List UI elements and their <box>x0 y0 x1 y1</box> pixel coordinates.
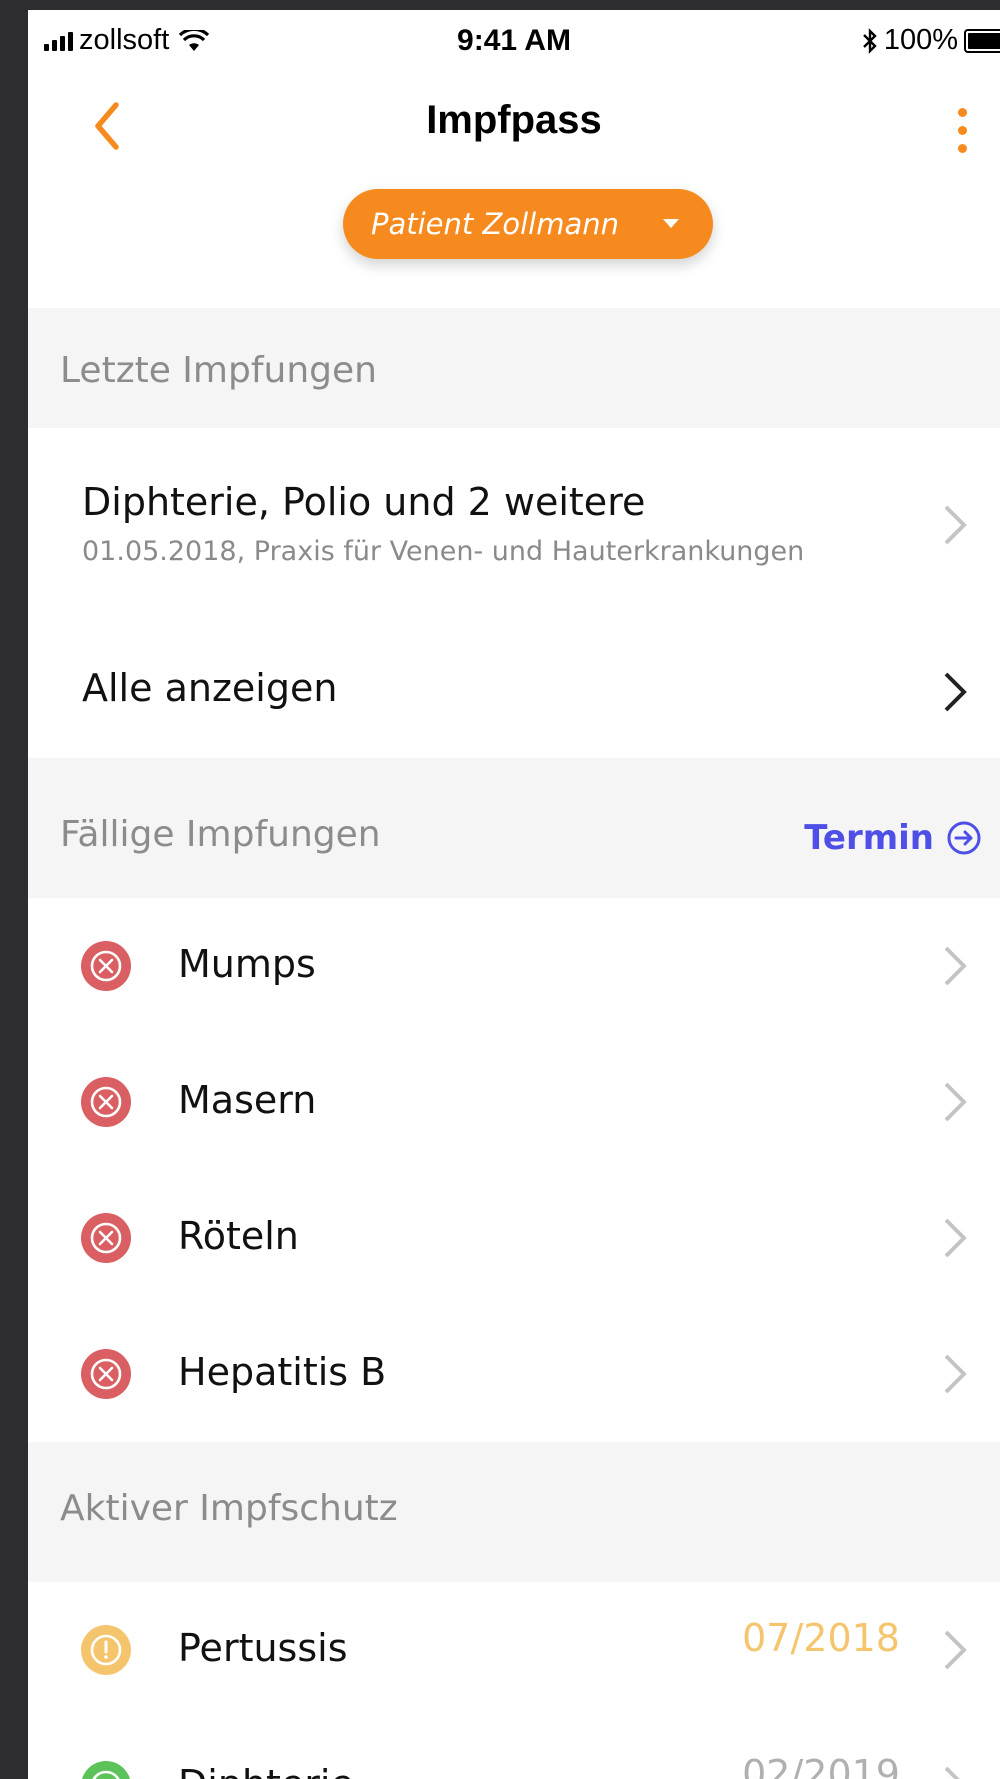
arrow-right-circle-icon <box>947 821 981 855</box>
due-vaccination-row[interactable]: Masern <box>28 1034 1000 1170</box>
status-time: 9:41 AM <box>457 24 571 57</box>
active-vaccination-row[interactable]: Pertussis 07/2018 <box>28 1582 1000 1718</box>
active-vaccination-label: Pertussis <box>178 1626 348 1670</box>
section-title: Aktiver Impfschutz <box>60 1488 398 1529</box>
check-circle-icon <box>82 1761 130 1779</box>
due-vaccination-row[interactable]: Röteln <box>28 1170 1000 1306</box>
caret-down-icon <box>663 219 679 228</box>
active-vaccination-label: Diphterie <box>178 1762 354 1779</box>
chevron-right-icon <box>944 1766 960 1779</box>
error-circle-icon <box>81 1213 131 1263</box>
active-vaccination-date: 02/2019 <box>742 1752 900 1779</box>
app-screen: zollsoft 9:41 AM 100% Impfpass Patient Z… <box>28 10 1000 1779</box>
more-options-button[interactable] <box>942 100 982 160</box>
error-circle-icon <box>81 1349 131 1399</box>
chevron-right-icon <box>944 1630 967 1670</box>
bluetooth-icon <box>862 27 877 54</box>
due-vaccination-label: Masern <box>178 1078 317 1122</box>
section-header-faellig: Fällige Impfungen Termin <box>28 758 1000 898</box>
due-vaccination-row[interactable]: Hepatitis B <box>28 1306 1000 1442</box>
section-title: Letzte Impfungen <box>60 350 377 391</box>
due-vaccination-label: Röteln <box>178 1214 299 1258</box>
chevron-right-icon <box>944 505 967 545</box>
status-bar: zollsoft 9:41 AM 100% <box>28 10 1000 68</box>
more-vertical-icon <box>957 107 967 117</box>
chevron-right-icon <box>944 1082 967 1122</box>
section-header-aktiv: Aktiver Impfschutz <box>28 1442 1000 1582</box>
section-header-letzte: Letzte Impfungen <box>28 308 1000 428</box>
section-title: Fällige Impfungen <box>60 814 381 855</box>
warning-circle-icon <box>81 1625 131 1675</box>
show-all-label: Alle anzeigen <box>82 666 338 710</box>
chevron-right-icon <box>944 1218 967 1258</box>
recent-vaccination-row[interactable]: Diphterie, Polio und 2 weitere 01.05.201… <box>28 428 1000 578</box>
patient-selector[interactable]: Patient Zollmann <box>343 189 713 259</box>
due-vaccination-label: Hepatitis B <box>178 1350 387 1394</box>
show-all-row[interactable]: Alle anzeigen <box>28 578 1000 758</box>
chevron-right-icon <box>944 946 967 986</box>
termin-label: Termin <box>804 818 934 858</box>
error-circle-icon <box>81 1077 131 1127</box>
error-circle-icon <box>81 941 131 991</box>
status-right: 100% <box>862 24 1000 57</box>
navigation-bar: Impfpass Patient Zollmann <box>28 68 1000 308</box>
recent-vaccination-subtitle: 01.05.2018, Praxis für Venen- und Hauter… <box>82 536 805 567</box>
recent-vaccination-title: Diphterie, Polio und 2 weitere <box>82 480 646 524</box>
chevron-right-icon <box>944 672 967 712</box>
patient-selector-label: Patient Zollmann <box>371 207 620 241</box>
active-vaccination-row[interactable]: Diphterie 02/2019 <box>28 1718 1000 1779</box>
chevron-right-icon <box>944 1354 967 1394</box>
termin-button[interactable]: Termin <box>804 818 982 858</box>
due-vaccination-label: Mumps <box>178 942 316 986</box>
active-vaccination-date: 07/2018 <box>742 1616 900 1660</box>
due-vaccination-row[interactable]: Mumps <box>28 898 1000 1034</box>
page-title: Impfpass <box>426 98 602 142</box>
battery-percent: 100% <box>883 24 958 56</box>
battery-icon <box>964 28 1000 53</box>
